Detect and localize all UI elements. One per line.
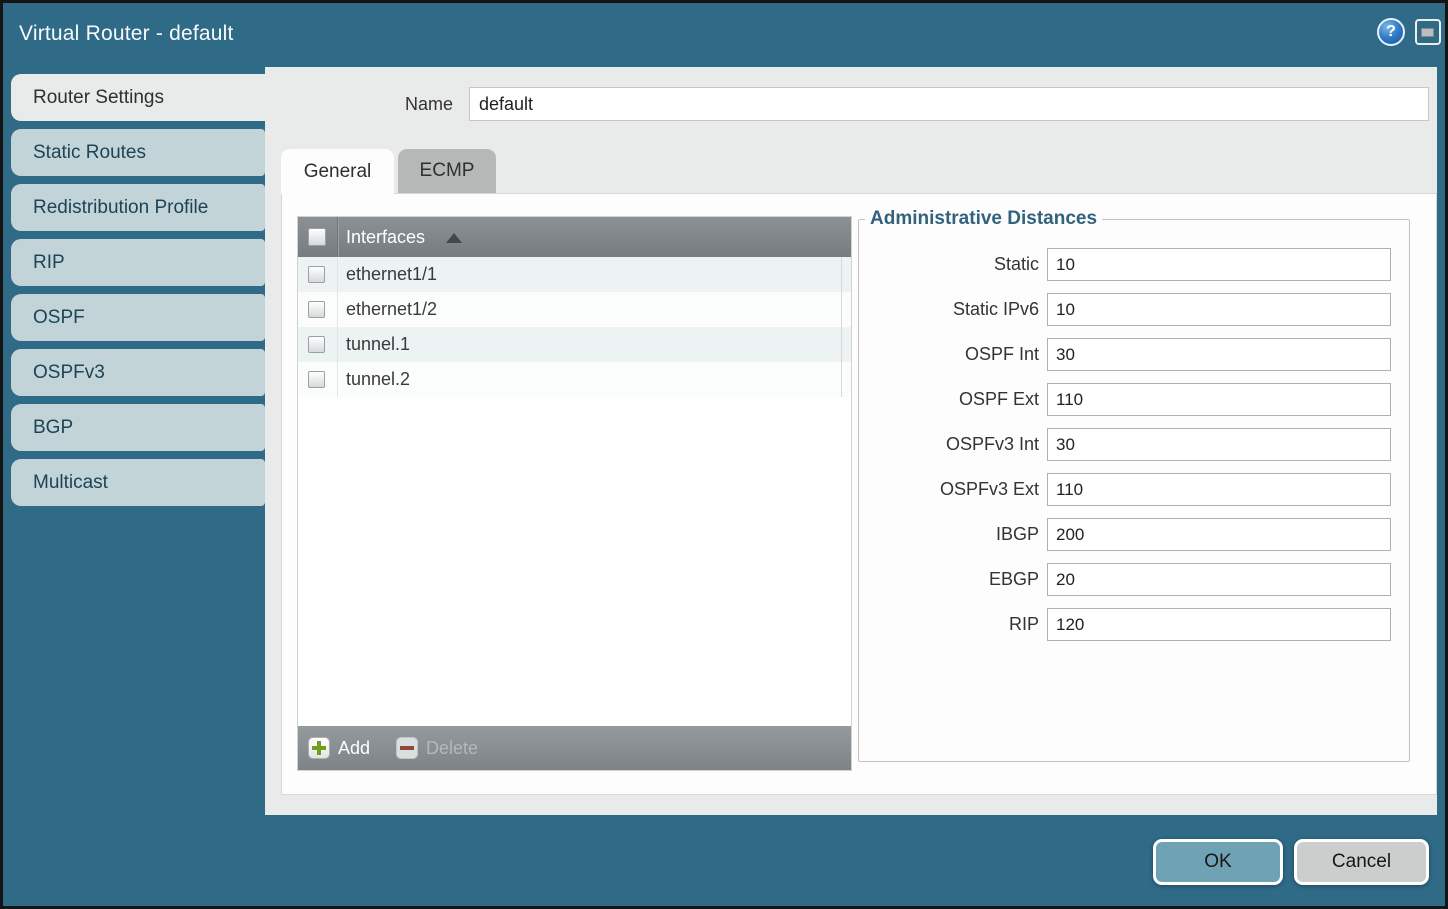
sidebar-item-ospfv3[interactable]: OSPFv3 bbox=[11, 349, 265, 396]
sidebar-item-static-routes[interactable]: Static Routes bbox=[11, 129, 265, 176]
admin-distance-row: RIP bbox=[859, 608, 1399, 641]
add-button[interactable]: Add bbox=[308, 737, 370, 759]
ebgp-input[interactable] bbox=[1047, 563, 1391, 596]
row-checkbox[interactable] bbox=[308, 336, 325, 353]
interfaces-toolbar: Add Delete bbox=[298, 726, 851, 770]
ok-button[interactable]: OK bbox=[1153, 839, 1283, 885]
ospfv3-int-label: OSPFv3 Int bbox=[859, 428, 1047, 461]
tab-general[interactable]: General bbox=[281, 149, 394, 194]
admin-distance-row: OSPFv3 Ext bbox=[859, 473, 1399, 506]
administrative-distances-legend: Administrative Distances bbox=[865, 208, 1102, 230]
static-ipv6-input[interactable] bbox=[1047, 293, 1391, 326]
column-divider bbox=[337, 327, 338, 362]
ospfv3-ext-input[interactable] bbox=[1047, 473, 1391, 506]
title-bar: Virtual Router - default ? bbox=[3, 3, 1445, 67]
ospf-int-label: OSPF Int bbox=[859, 338, 1047, 371]
sidebar-item-redistribution-profile[interactable]: Redistribution Profile bbox=[11, 184, 265, 231]
ospfv3-ext-label: OSPFv3 Ext bbox=[859, 473, 1047, 506]
interfaces-column-header: Interfaces bbox=[346, 217, 425, 257]
rip-input[interactable] bbox=[1047, 608, 1391, 641]
sidebar-item-router-settings[interactable]: Router Settings bbox=[11, 74, 265, 121]
row-checkbox[interactable] bbox=[308, 266, 325, 283]
admin-distance-row: Static IPv6 bbox=[859, 293, 1399, 326]
row-checkbox[interactable] bbox=[308, 371, 325, 388]
ospfv3-int-input[interactable] bbox=[1047, 428, 1391, 461]
minus-icon bbox=[396, 737, 418, 759]
help-icon[interactable]: ? bbox=[1377, 18, 1405, 46]
interface-name: tunnel.2 bbox=[346, 362, 410, 397]
delete-button[interactable]: Delete bbox=[396, 737, 478, 759]
maximize-icon[interactable] bbox=[1415, 19, 1441, 45]
ebgp-label: EBGP bbox=[859, 563, 1047, 596]
rip-label: RIP bbox=[859, 608, 1047, 641]
administrative-distances-group: Administrative Distances Static Static I… bbox=[858, 208, 1410, 762]
table-row[interactable]: ethernet1/2 bbox=[298, 292, 851, 327]
sidebar-item-multicast[interactable]: Multicast bbox=[11, 459, 265, 506]
static-ipv6-label: Static IPv6 bbox=[859, 293, 1047, 326]
delete-button-label: Delete bbox=[426, 738, 478, 759]
content-area: Name General ECMP Interfaces ethernet1/1 bbox=[265, 67, 1437, 815]
static-input[interactable] bbox=[1047, 248, 1391, 281]
table-row[interactable]: tunnel.1 bbox=[298, 327, 851, 362]
virtual-router-dialog: Virtual Router - default ? Router Settin… bbox=[0, 0, 1448, 909]
table-row[interactable]: tunnel.2 bbox=[298, 362, 851, 397]
interface-name: tunnel.1 bbox=[346, 327, 410, 362]
general-tab-panel: Interfaces ethernet1/1 ethernet1/2 tun bbox=[281, 193, 1437, 795]
ibgp-label: IBGP bbox=[859, 518, 1047, 551]
cancel-button[interactable]: Cancel bbox=[1294, 839, 1429, 885]
add-button-label: Add bbox=[338, 738, 370, 759]
plus-icon bbox=[308, 737, 330, 759]
admin-distance-row: IBGP bbox=[859, 518, 1399, 551]
admin-distance-row: OSPFv3 Int bbox=[859, 428, 1399, 461]
tab-ecmp[interactable]: ECMP bbox=[398, 149, 496, 193]
name-label: Name bbox=[265, 87, 461, 121]
ospf-ext-label: OSPF Ext bbox=[859, 383, 1047, 416]
sort-ascending-icon[interactable] bbox=[446, 233, 462, 243]
scrollbar-track[interactable] bbox=[841, 257, 842, 397]
column-divider bbox=[337, 257, 338, 292]
table-row[interactable]: ethernet1/1 bbox=[298, 257, 851, 292]
sidebar-item-rip[interactable]: RIP bbox=[11, 239, 265, 286]
ospf-ext-input[interactable] bbox=[1047, 383, 1391, 416]
interface-name: ethernet1/2 bbox=[346, 292, 437, 327]
admin-distance-row: EBGP bbox=[859, 563, 1399, 596]
ibgp-input[interactable] bbox=[1047, 518, 1391, 551]
admin-distance-row: OSPF Int bbox=[859, 338, 1399, 371]
row-checkbox[interactable] bbox=[308, 301, 325, 318]
maximize-icon-glyph bbox=[1421, 28, 1434, 37]
interfaces-table-header[interactable]: Interfaces bbox=[298, 217, 851, 257]
column-divider bbox=[337, 362, 338, 397]
column-divider bbox=[337, 292, 338, 327]
dialog-title: Virtual Router - default bbox=[19, 3, 234, 65]
static-label: Static bbox=[859, 248, 1047, 281]
column-divider bbox=[337, 217, 339, 257]
select-all-checkbox[interactable] bbox=[308, 228, 326, 246]
interfaces-table: Interfaces ethernet1/1 ethernet1/2 tun bbox=[297, 216, 852, 771]
name-input[interactable] bbox=[469, 87, 1429, 121]
sidebar-item-ospf[interactable]: OSPF bbox=[11, 294, 265, 341]
interface-name: ethernet1/1 bbox=[346, 257, 437, 292]
ospf-int-input[interactable] bbox=[1047, 338, 1391, 371]
admin-distance-row: Static bbox=[859, 248, 1399, 281]
sidebar-item-bgp[interactable]: BGP bbox=[11, 404, 265, 451]
admin-distance-row: OSPF Ext bbox=[859, 383, 1399, 416]
